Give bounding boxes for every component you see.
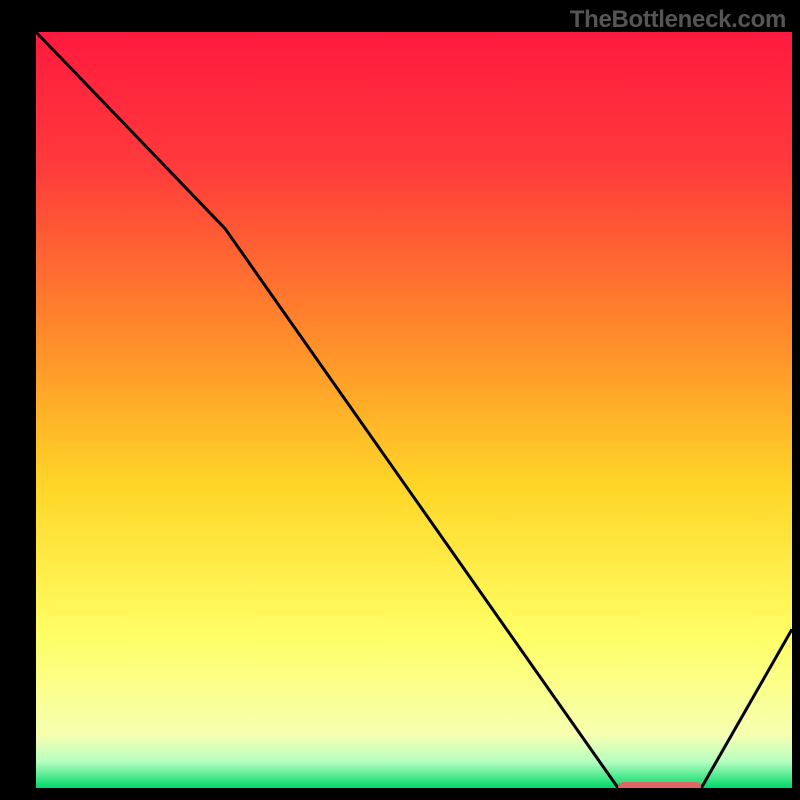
attribution-label: TheBottleneck.com [570, 6, 786, 34]
plot-background [36, 32, 792, 788]
axis-left [0, 0, 36, 800]
axis-bottom [0, 788, 800, 800]
chart-container: TheBottleneck.com [0, 0, 800, 800]
bottleneck-chart [0, 0, 800, 800]
